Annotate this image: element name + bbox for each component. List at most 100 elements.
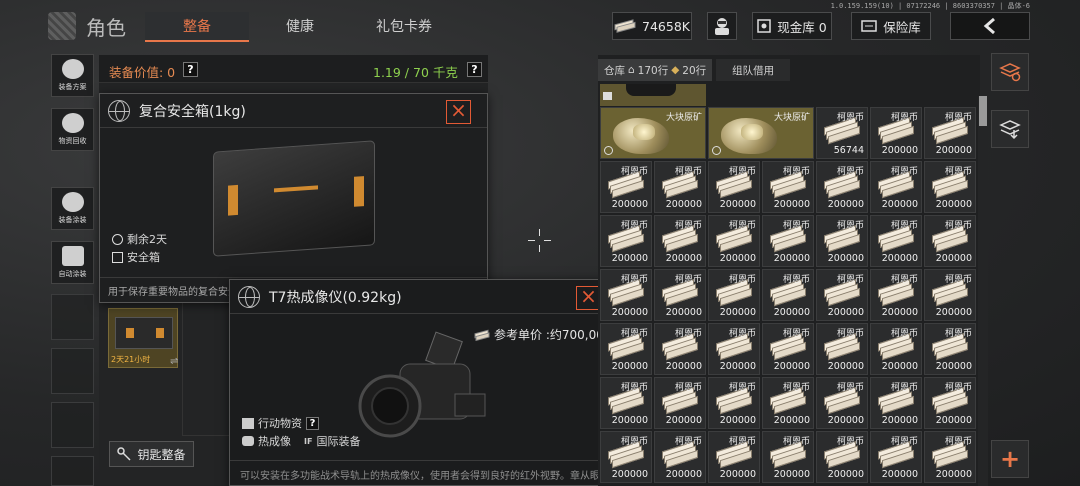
- sidebar-item-paint[interactable]: 装备涂装: [51, 187, 94, 230]
- empty-slot[interactable]: [51, 348, 94, 394]
- coin-stack-item[interactable]: 柯恩币 200000: [924, 161, 976, 213]
- coin-stack-item[interactable]: 柯恩币 200000: [708, 377, 760, 429]
- coin-stack-item[interactable]: 柯恩币 200000: [762, 269, 814, 321]
- coin-stack-item[interactable]: 柯恩币 200000: [924, 107, 976, 159]
- coin-stack-item[interactable]: 柯恩币 200000: [870, 323, 922, 375]
- key-icon: [117, 447, 132, 461]
- coin-stack-item[interactable]: 柯恩币 200000: [816, 377, 868, 429]
- thermal-imager-thumbnail: [626, 84, 676, 96]
- coin-stack-item[interactable]: 柯恩币 200000: [708, 215, 760, 267]
- help-icon[interactable]: ?: [467, 62, 482, 77]
- help-icon[interactable]: ?: [306, 416, 319, 430]
- coin-stack-item[interactable]: 柯恩币 200000: [870, 269, 922, 321]
- coin-stack-item[interactable]: 柯恩币 200000: [924, 269, 976, 321]
- stack-button[interactable]: [991, 110, 1029, 148]
- coin-stack-item[interactable]: 柯恩币 200000: [816, 323, 868, 375]
- coin-stack-item[interactable]: 柯恩币 200000: [870, 215, 922, 267]
- globe-icon: [238, 285, 260, 308]
- key-loadout-label: 钥匙整备: [137, 447, 186, 462]
- gear-slot-empty[interactable]: [182, 296, 232, 436]
- item-name: 柯恩币: [674, 437, 702, 447]
- tag-icon: ◆: [671, 64, 680, 76]
- coin-stack-item[interactable]: 柯恩币 200000: [654, 323, 706, 375]
- rows-count: 170行: [637, 64, 669, 77]
- tab-equip[interactable]: 整备: [145, 12, 249, 42]
- coin-stack-item[interactable]: 柯恩币 200000: [762, 215, 814, 267]
- help-icon[interactable]: ?: [183, 62, 198, 77]
- close-icon: ×: [580, 284, 597, 308]
- operator-avatar[interactable]: [707, 12, 737, 40]
- coin-stack-item[interactable]: 柯恩币 200000: [924, 431, 976, 483]
- safebox-slot[interactable]: 2天21小时: [108, 308, 178, 368]
- coin-stack-item[interactable]: 柯恩币 200000: [654, 269, 706, 321]
- coin-stack-item[interactable]: 柯恩币 200000: [708, 431, 760, 483]
- ore-item[interactable]: 大块原矿: [708, 107, 814, 159]
- tab-team-borrow[interactable]: 组队借用: [716, 59, 791, 81]
- empty-slot[interactable]: [51, 402, 94, 448]
- swap-icon[interactable]: ⇌: [170, 356, 178, 367]
- thermal-icon: [242, 436, 254, 446]
- item-name: 柯恩币: [890, 383, 918, 393]
- scrollbar-thumb[interactable]: [979, 96, 987, 126]
- item-count: 200000: [827, 253, 864, 264]
- coin-stack-item[interactable]: 柯恩币 200000: [654, 377, 706, 429]
- back-button[interactable]: [950, 12, 1030, 40]
- coin-stack-item[interactable]: 柯恩币 200000: [600, 377, 652, 429]
- tab-gift-cards[interactable]: 礼包卡券: [352, 12, 456, 42]
- sidebar-item-recycle[interactable]: 物资回收: [51, 108, 94, 151]
- item-count: 56744: [833, 145, 864, 156]
- item-name: 柯恩币: [944, 113, 972, 123]
- empty-slot[interactable]: [51, 456, 94, 486]
- cash-vault-button[interactable]: 现金库 0: [752, 12, 832, 40]
- coin-stack-item[interactable]: 柯恩币 200000: [924, 377, 976, 429]
- safe-vault-button[interactable]: 保险库: [851, 12, 931, 40]
- coin-stack-item[interactable]: 柯恩币 200000: [816, 215, 868, 267]
- ore-item[interactable]: 大块原矿: [600, 107, 706, 159]
- coin-stack-item[interactable]: 柯恩币 56744: [816, 107, 868, 159]
- tab-health[interactable]: 健康: [252, 12, 348, 42]
- coin-stack-item[interactable]: 柯恩币 200000: [654, 215, 706, 267]
- item-count: 200000: [611, 307, 648, 318]
- coin-stack-item[interactable]: 柯恩币 200000: [924, 323, 976, 375]
- coin-stack-item[interactable]: 柯恩币 200000: [762, 377, 814, 429]
- chevron-left-icon: [983, 17, 995, 35]
- close-button[interactable]: ×: [446, 100, 471, 124]
- add-button[interactable]: +: [991, 440, 1029, 478]
- scrollbar-track[interactable]: [978, 96, 988, 486]
- coin-stack-item[interactable]: 柯恩币 200000: [870, 107, 922, 159]
- empty-slot[interactable]: [51, 294, 94, 340]
- coin-stack-item[interactable]: 柯恩币 200000: [870, 161, 922, 213]
- currency-display[interactable]: 74658K: [612, 12, 692, 40]
- coin-stack-item[interactable]: 柯恩币 200000: [600, 323, 652, 375]
- item-count: 200000: [611, 415, 648, 426]
- coin-stack-item[interactable]: 柯恩币 200000: [816, 269, 868, 321]
- coin-stack-item[interactable]: 柯恩币 200000: [870, 377, 922, 429]
- tab-warehouse[interactable]: 仓库 ⌂ 170行 ◆ 20行: [598, 59, 713, 81]
- coin-stack-item[interactable]: 柯恩币 200000: [600, 215, 652, 267]
- coin-stack-item[interactable]: 柯恩币 200000: [924, 215, 976, 267]
- item-name: 柯恩币: [944, 167, 972, 177]
- sidebar-item-loadout[interactable]: 装备方案: [51, 54, 94, 97]
- item-count: 200000: [773, 307, 810, 318]
- selected-item-slot[interactable]: [600, 84, 706, 106]
- coin-stack-item[interactable]: 柯恩币 200000: [708, 161, 760, 213]
- coin-stack-item[interactable]: 柯恩币 200000: [762, 431, 814, 483]
- coin-stack-item[interactable]: 柯恩币 200000: [762, 323, 814, 375]
- coin-stack-item[interactable]: 柯恩币 200000: [708, 269, 760, 321]
- coin-stack-item[interactable]: 柯恩币 200000: [816, 161, 868, 213]
- key-loadout-button[interactable]: 钥匙整备: [109, 441, 194, 467]
- item-name: 柯恩币: [782, 329, 810, 339]
- coin-stack-item[interactable]: 柯恩币 200000: [654, 431, 706, 483]
- coin-stack-item[interactable]: 柯恩币 200000: [600, 431, 652, 483]
- coin-stack-item[interactable]: 柯恩币 200000: [654, 161, 706, 213]
- coin-stack-item[interactable]: 柯恩币 200000: [816, 431, 868, 483]
- sort-button[interactable]: [991, 53, 1029, 91]
- coin-stack-item[interactable]: 柯恩币 200000: [600, 161, 652, 213]
- sidebar-item-auto-paint[interactable]: 自动涂装: [51, 241, 94, 284]
- coin-stack-item[interactable]: 柯恩币 200000: [708, 323, 760, 375]
- coin-stack-item[interactable]: 柯恩币 200000: [870, 431, 922, 483]
- item-name: 柯恩币: [836, 113, 864, 123]
- coin-stack-item[interactable]: 柯恩币 200000: [600, 269, 652, 321]
- item-count: 200000: [881, 253, 918, 264]
- coin-stack-item[interactable]: 柯恩币 200000: [762, 161, 814, 213]
